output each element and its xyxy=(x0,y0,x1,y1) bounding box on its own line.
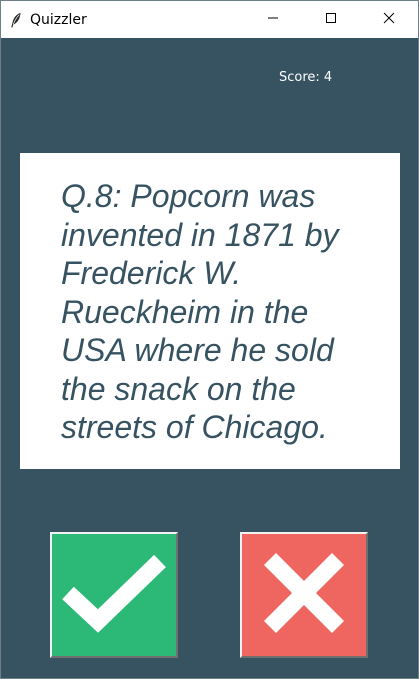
score-label: Score: 4 xyxy=(279,70,333,85)
app-window: Quizzler Score: 4 Q.8: Popcorn was inven… xyxy=(0,0,419,679)
maximize-button[interactable] xyxy=(302,1,360,38)
question-text: Q.8: Popcorn was invented in 1871 by Fre… xyxy=(61,178,339,445)
minimize-button[interactable] xyxy=(244,1,302,38)
maximize-icon xyxy=(325,11,337,29)
false-button[interactable] xyxy=(240,532,368,658)
checkmark-icon xyxy=(62,553,166,638)
title-bar[interactable]: Quizzler xyxy=(1,1,418,38)
window-controls xyxy=(244,1,418,38)
minimize-icon xyxy=(267,11,279,29)
close-button[interactable] xyxy=(360,1,418,38)
question-card: Q.8: Popcorn was invented in 1871 by Fre… xyxy=(20,153,400,469)
feather-icon xyxy=(9,12,23,28)
cross-icon xyxy=(262,551,346,640)
true-button[interactable] xyxy=(50,532,178,658)
window-title: Quizzler xyxy=(30,11,87,28)
close-icon xyxy=(383,11,395,29)
